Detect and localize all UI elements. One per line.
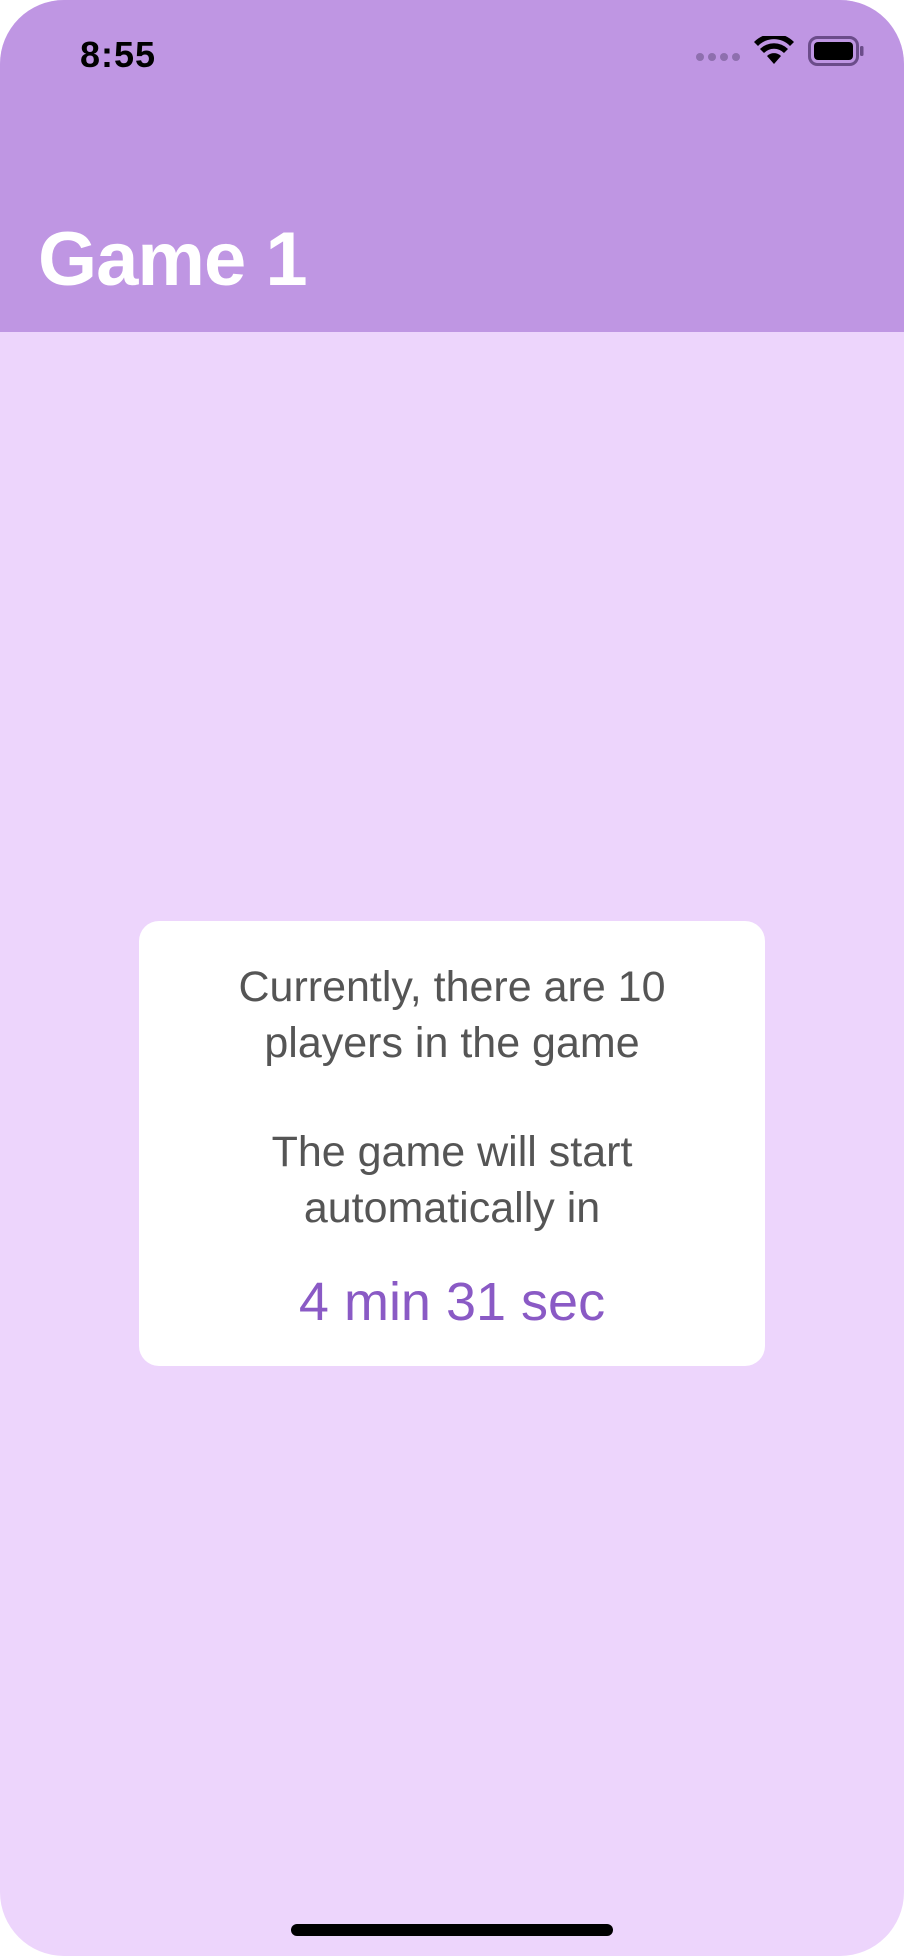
players-line-2: players in the game bbox=[264, 1019, 640, 1067]
navigation-header: 8:55 Game 1 bbox=[0, 0, 904, 332]
signal-dots-icon bbox=[696, 53, 740, 61]
players-line-1: Currently, there are 10 bbox=[238, 963, 666, 1011]
wifi-icon bbox=[754, 36, 794, 66]
page-title: Game 1 bbox=[38, 217, 308, 302]
status-bar-time: 8:55 bbox=[80, 34, 157, 75]
countdown-timer: 4 min 31 sec bbox=[298, 1272, 606, 1332]
battery-icon bbox=[808, 36, 864, 66]
players-count-message: Currently, there are 10 players in the g… bbox=[139, 959, 765, 1071]
start-line-2: automatically in bbox=[303, 1184, 601, 1232]
game-status-card: Currently, there are 10 players in the g… bbox=[139, 921, 765, 1366]
auto-start-message: The game will start automatically in bbox=[139, 1124, 765, 1236]
status-bar-icons bbox=[696, 36, 864, 66]
home-indicator[interactable] bbox=[291, 1924, 613, 1936]
app-screen: 8:55 Game 1 Currently, there are 10 play… bbox=[0, 0, 904, 1956]
start-line-1: The game will start bbox=[271, 1128, 633, 1176]
